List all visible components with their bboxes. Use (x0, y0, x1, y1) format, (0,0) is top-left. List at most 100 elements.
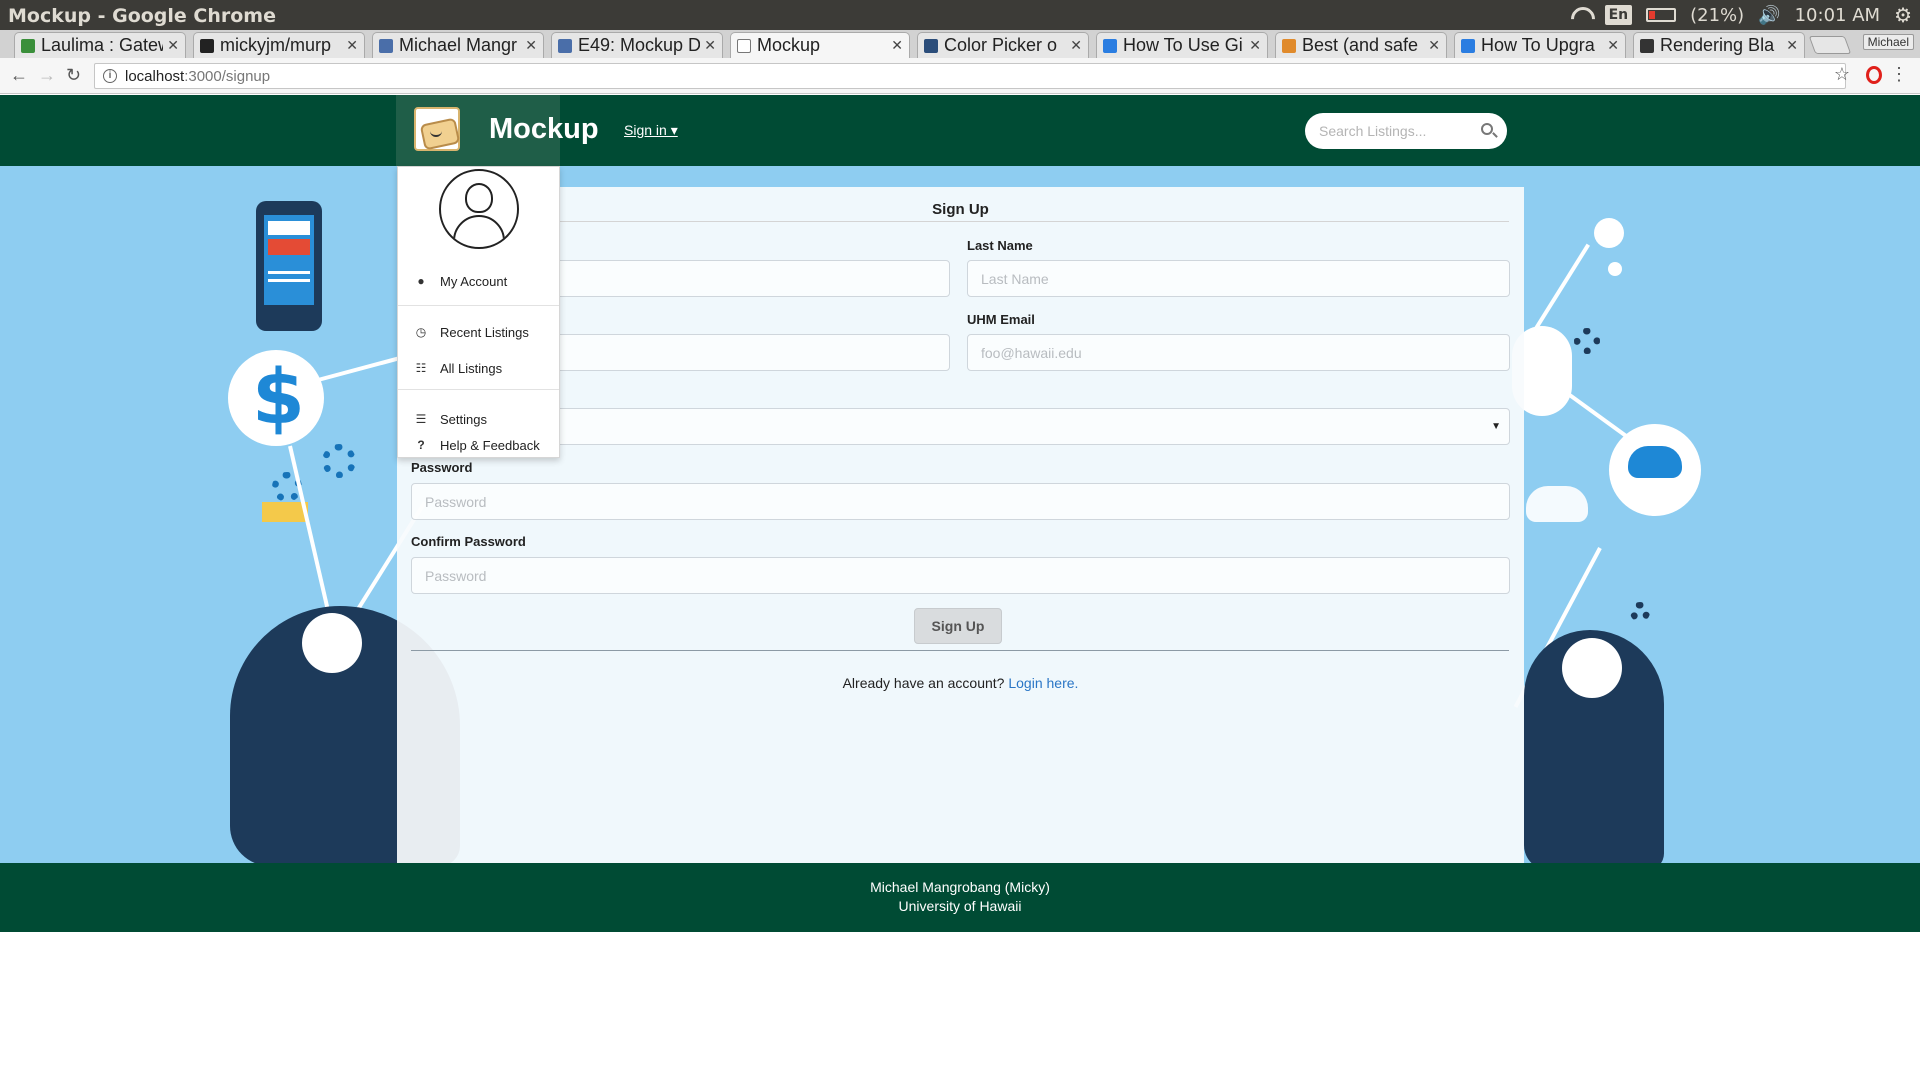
list-icon: ☷ (415, 361, 427, 375)
os-title-bar: Mockup - Google Chrome En (21%) 🔊 10:01 … (0, 0, 1920, 30)
tab-label: How To Upgra (1481, 35, 1595, 55)
address-bar[interactable]: i localhost:3000/signup (94, 63, 1846, 89)
confirm-password-label: Confirm Password (411, 534, 526, 549)
tab-favicon (558, 38, 572, 53)
user-icon: ● (417, 274, 425, 288)
footer-author: Michael Mangrobang (Micky) (870, 879, 1050, 895)
tab-label: Color Picker o (944, 35, 1058, 55)
connector-line (1528, 243, 1590, 340)
tab-close-icon[interactable]: ✕ (1786, 37, 1798, 54)
login-prompt-text: Already have an account? (842, 675, 1005, 691)
tab-close-icon[interactable]: ✕ (1070, 37, 1082, 54)
forward-arrow-icon[interactable]: → (38, 65, 56, 86)
email-input[interactable] (967, 334, 1510, 371)
reload-icon[interactable]: ↻ (66, 65, 81, 86)
tab-close-icon[interactable]: ✕ (525, 37, 537, 54)
menu-item-label: Help & Feedback (440, 437, 540, 453)
tab-close-icon[interactable]: ✕ (1607, 37, 1619, 54)
menu-item-label: My Account (440, 273, 508, 289)
tab-favicon (1461, 38, 1475, 53)
clock-icon: ◷ (415, 325, 427, 339)
browser-tab[interactable]: How To Use Gi ✕ (1096, 32, 1268, 58)
tab-favicon (737, 38, 751, 53)
menu-divider (398, 389, 559, 390)
avatar (439, 169, 519, 249)
search-icon[interactable] (1481, 123, 1493, 135)
clock[interactable]: 10:01 AM (1795, 5, 1880, 26)
signup-card: Sign Up Last Name UHM Email ▼ Password C… (397, 187, 1524, 863)
language-indicator[interactable]: En (1604, 5, 1633, 25)
menu-item-help-feedback[interactable]: ? Help & Feedback (398, 430, 559, 460)
browser-tab[interactable]: Michael Mangr ✕ (372, 32, 544, 58)
tab-close-icon[interactable]: ✕ (167, 37, 179, 54)
cloud-outline-icon (1526, 486, 1588, 522)
tab-favicon (1282, 38, 1296, 53)
profile-button[interactable]: Michael (1862, 34, 1914, 50)
account-type-select[interactable]: ▼ (411, 408, 1510, 445)
sign-up-button[interactable]: Sign Up (914, 608, 1002, 644)
footer-institution: University of Hawaii (898, 898, 1022, 914)
browser-toolbar: ← → ↻ i localhost:3000/signup ☆ ⋮ (0, 58, 1920, 94)
tab-close-icon[interactable]: ✕ (891, 37, 903, 54)
system-tray: En (21%) 🔊 10:01 AM ⚙ (1569, 3, 1912, 27)
tab-favicon (21, 38, 35, 53)
menu-item-my-account[interactable]: ● My Account (398, 266, 559, 296)
browser-tab[interactable]: Color Picker o ✕ (917, 32, 1089, 58)
gear-icon (322, 444, 356, 478)
menu-item-all-listings[interactable]: ☷ All Listings (398, 353, 559, 383)
logo[interactable] (414, 107, 460, 151)
chevron-down-icon: ▼ (1491, 421, 1501, 432)
login-prompt: Already have an account? Login here. (397, 675, 1524, 691)
tab-label: Laulima : Gatew (41, 35, 164, 55)
avatar-head (465, 183, 493, 213)
head-bubble (1562, 638, 1622, 698)
browser-tab-active[interactable]: Mockup ✕ (730, 32, 910, 58)
tab-label: Best (and safe (1302, 35, 1419, 55)
battery-percent: (21%) (1690, 4, 1745, 26)
gear-icon (1574, 328, 1600, 354)
avatar-body (453, 215, 505, 247)
sign-in-dropdown-toggle[interactable]: Sign in ▾ (624, 122, 678, 139)
tab-favicon (200, 38, 214, 53)
url-host: localhost (125, 67, 185, 85)
gear-icon (1630, 602, 1650, 622)
divider (411, 221, 1509, 222)
tab-close-icon[interactable]: ✕ (704, 37, 716, 54)
tab-close-icon[interactable]: ✕ (1249, 37, 1261, 54)
phone-illustration (256, 201, 322, 331)
browser-tab[interactable]: Laulima : Gatew ✕ (14, 32, 186, 58)
wifi-icon[interactable] (1569, 7, 1591, 23)
login-link[interactable]: Login here. (1008, 675, 1078, 691)
back-arrow-icon[interactable]: ← (10, 65, 28, 86)
new-tab-button[interactable] (1808, 36, 1852, 54)
tab-favicon (1103, 38, 1117, 53)
browser-tab[interactable]: How To Upgra ✕ (1454, 32, 1626, 58)
tab-close-icon[interactable]: ✕ (346, 37, 358, 54)
opera-extension-icon[interactable] (1866, 66, 1882, 84)
tab-label: E49: Mockup D (578, 35, 701, 55)
info-icon[interactable]: i (103, 69, 117, 83)
chrome-menu-icon[interactable]: ⋮ (1890, 64, 1908, 85)
browser-tab[interactable]: mickyjm/murp ✕ (193, 32, 365, 58)
tab-close-icon[interactable]: ✕ (1428, 37, 1440, 54)
last-name-label: Last Name (967, 238, 1033, 253)
browser-tab[interactable]: E49: Mockup D ✕ (551, 32, 723, 58)
menu-item-recent-listings[interactable]: ◷ Recent Listings (398, 317, 559, 347)
last-name-input[interactable] (967, 260, 1510, 297)
tab-label: How To Use Gi (1123, 35, 1243, 55)
battery-icon[interactable] (1646, 8, 1677, 22)
search-input[interactable] (1319, 123, 1469, 139)
confirm-password-input[interactable] (411, 557, 1510, 594)
browser-tab[interactable]: Rendering Bla ✕ (1633, 32, 1805, 58)
password-input[interactable] (411, 483, 1510, 520)
question-icon: ? (417, 438, 425, 452)
tab-favicon (379, 38, 393, 53)
menu-item-label: All Listings (440, 360, 503, 376)
bookmark-star-icon[interactable]: ☆ (1834, 64, 1850, 85)
brand-title[interactable]: Mockup (489, 113, 599, 146)
volume-icon[interactable]: 🔊 (1758, 5, 1780, 26)
browser-tab[interactable]: Best (and safe ✕ (1275, 32, 1447, 58)
node-bubble (1594, 218, 1624, 248)
divider (411, 650, 1509, 651)
system-gear-icon[interactable]: ⚙ (1894, 3, 1912, 27)
